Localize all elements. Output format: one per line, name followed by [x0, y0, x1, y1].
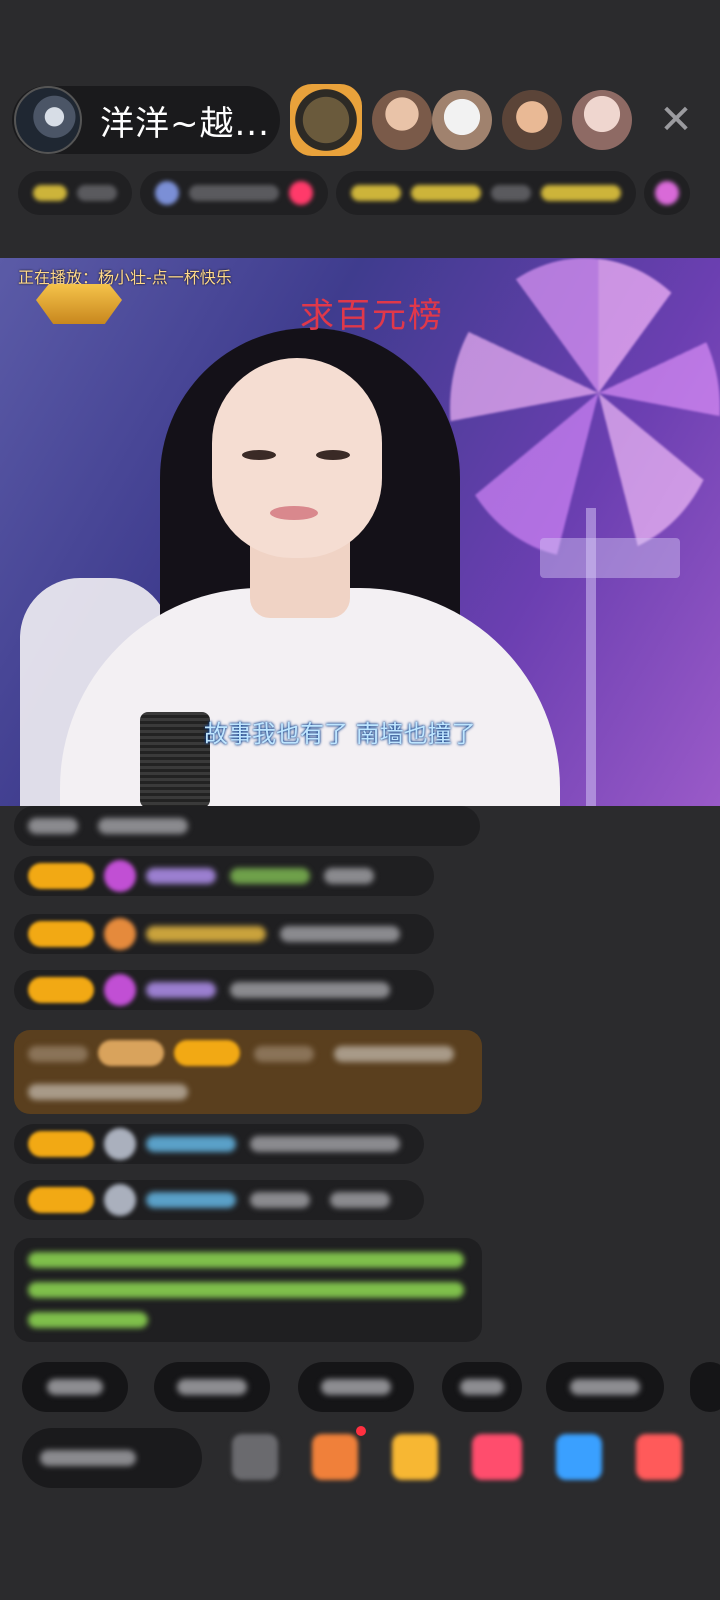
streamer-face [212, 358, 382, 558]
top-viewer-avatar-2[interactable] [372, 90, 432, 150]
close-icon[interactable]: ✕ [656, 100, 696, 140]
quick-reply-2[interactable] [154, 1362, 270, 1412]
lyric-subtitle: 故事我也有了 南墙也撞了 [204, 720, 476, 748]
chat-message[interactable] [14, 914, 434, 954]
room-badges-row [18, 168, 690, 218]
top-viewer-avatar-1[interactable] [290, 84, 362, 156]
gift-icon[interactable] [392, 1434, 438, 1480]
top-viewer-avatar-5[interactable] [572, 90, 632, 150]
more-icon[interactable] [636, 1434, 682, 1480]
background-light [540, 538, 680, 578]
chat-message[interactable] [14, 1180, 424, 1220]
host-name: 洋洋~越... [100, 103, 270, 144]
highlighted-chat-message[interactable] [14, 1030, 482, 1114]
fans-badge[interactable] [140, 171, 328, 215]
quick-reply-6[interactable] [690, 1362, 720, 1412]
rank-emblem [36, 284, 122, 324]
emoji-icon[interactable] [232, 1434, 278, 1480]
banner-text: 求百元榜 [300, 296, 444, 336]
streamer-eye [316, 450, 350, 460]
background-pinwheel [450, 258, 720, 558]
chat-input[interactable] [22, 1428, 202, 1488]
live-video[interactable]: 正在播放：杨小壮-点一杯快乐 求百元榜 故事我也有了 南墙也撞了 [0, 258, 720, 806]
quick-reply-3[interactable] [298, 1362, 414, 1412]
fans-club-icon[interactable] [472, 1434, 522, 1480]
streamer-lips [270, 506, 318, 520]
chat-message[interactable] [14, 1124, 424, 1164]
gift-badge[interactable] [644, 171, 690, 215]
share-icon[interactable] [556, 1434, 602, 1480]
system-notice-message[interactable] [14, 1238, 482, 1342]
quick-reply-4[interactable] [442, 1362, 522, 1412]
top-viewer-avatar-3[interactable] [432, 90, 492, 150]
quick-reply-5[interactable] [546, 1362, 664, 1412]
streamer-eye [242, 450, 276, 460]
notification-dot [356, 1426, 366, 1436]
quick-reply-1[interactable] [22, 1362, 128, 1412]
activity-badge[interactable] [336, 171, 636, 215]
rank-badge[interactable] [18, 171, 132, 215]
host-avatar[interactable] [14, 86, 82, 154]
chat-message[interactable] [14, 856, 434, 896]
task-icon[interactable] [312, 1434, 358, 1480]
microphone-icon [140, 712, 210, 806]
top-viewer-avatar-4[interactable] [502, 90, 562, 150]
host-profile-pill[interactable]: 洋洋~越... [12, 86, 280, 154]
chat-message[interactable] [14, 806, 480, 846]
chat-message[interactable] [14, 970, 434, 1010]
